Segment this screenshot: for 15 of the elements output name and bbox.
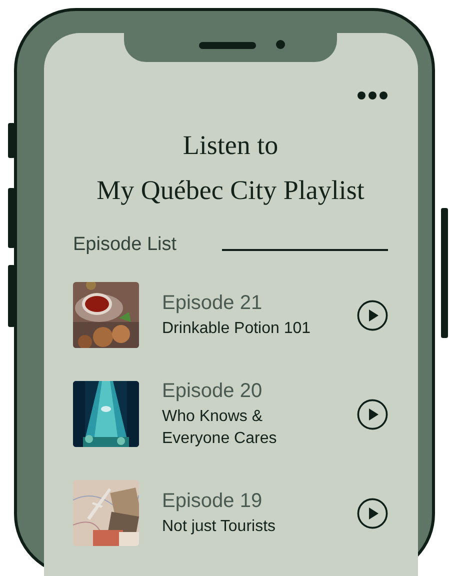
page-title: My Québec City Playlist	[96, 174, 364, 207]
more-icon[interactable]	[357, 90, 388, 100]
episode-title: Not just Tourists	[162, 517, 277, 537]
page-title: Listen to	[182, 129, 278, 162]
episode-title: Who Knows & Everyone Cares	[162, 407, 278, 449]
play-icon[interactable]	[357, 498, 388, 528]
episode-title: Drinkable Potion 101	[162, 319, 312, 339]
episode-number: Episode 19	[162, 489, 264, 514]
section-label: Episode List	[73, 233, 177, 257]
camera-icon	[276, 40, 285, 49]
episode-number: Episode 21	[162, 291, 264, 316]
speaker-icon	[199, 42, 256, 49]
episode-number: Episode 20	[162, 379, 264, 404]
play-icon[interactable]	[357, 300, 388, 330]
play-icon[interactable]	[357, 398, 388, 430]
